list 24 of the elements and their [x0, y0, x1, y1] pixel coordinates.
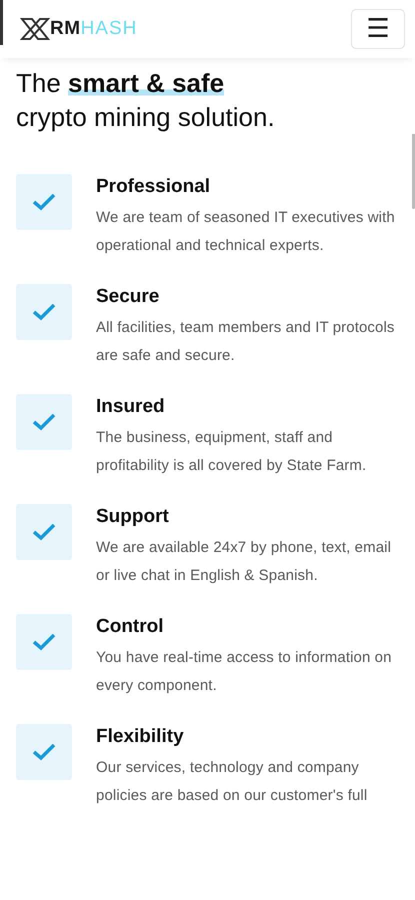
menu-button[interactable]: ☰	[351, 9, 405, 49]
feature-title: Professional	[96, 176, 212, 198]
x-logo-icon	[20, 16, 50, 42]
check-icon	[32, 633, 56, 651]
feature-title: Control	[96, 616, 165, 638]
hero-heading: The smart & safe crypto mining solution.	[16, 67, 276, 134]
feature-description: You have real-time access to information on every component.	[96, 648, 393, 696]
feature-title: Insured	[96, 396, 166, 418]
logo-text: RM	[50, 18, 81, 40]
check-icon	[32, 193, 56, 211]
feature-description: All facilities, team members and IT protocols are safe and secure.	[96, 318, 396, 366]
check-icon	[32, 413, 56, 431]
feature-description: The business, equipment, staff and profitability is all covered by State Farm.	[96, 428, 368, 476]
scrollbar[interactable]	[412, 134, 415, 209]
feature-description: We are team of seasoned IT executives with operational and technical experts.	[96, 208, 396, 256]
logo-text: HASH	[80, 18, 138, 40]
check-icon	[32, 523, 56, 541]
feature-description: We are available 24x7 by phone, text, email or live chat in English & Spanish.	[96, 538, 392, 586]
feature-title: Flexibility	[96, 726, 185, 748]
check-icon	[32, 743, 56, 761]
feature-description: Our services, technology and company policies are based on our customer's full	[96, 758, 368, 806]
feature-title: Secure	[96, 286, 160, 308]
check-icon	[32, 303, 56, 321]
feature-title: Support	[96, 506, 170, 528]
